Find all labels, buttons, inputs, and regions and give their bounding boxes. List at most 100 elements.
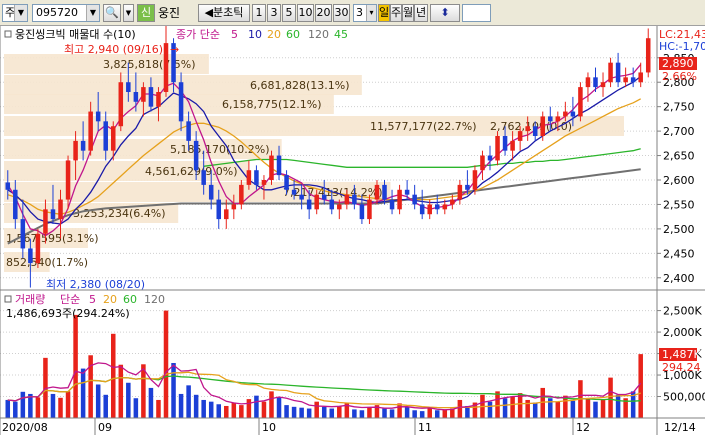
candle-body <box>208 184 214 200</box>
volume-bar <box>314 401 319 418</box>
candle-body <box>254 170 259 185</box>
candle-body <box>517 131 523 141</box>
candle-body <box>555 116 561 122</box>
candle-body <box>43 209 48 234</box>
volume-bar <box>563 395 568 418</box>
candle-body <box>13 189 18 220</box>
volume-legend-ma120: 120 <box>144 293 165 306</box>
period-button-10[interactable]: 10 <box>297 4 314 22</box>
period-month-button[interactable]: 월 <box>402 4 414 22</box>
volume-bar <box>50 393 56 418</box>
candle-body <box>284 175 289 190</box>
candle-body <box>600 82 606 88</box>
candle-body <box>457 184 463 200</box>
candle-body <box>65 160 71 200</box>
candle-body <box>472 170 478 190</box>
candle-body <box>118 82 124 127</box>
volume-bar <box>419 411 425 418</box>
candle-body <box>623 77 628 83</box>
candle-body <box>20 219 26 249</box>
volume-bar <box>404 406 410 418</box>
candle-body <box>299 194 304 200</box>
price-legend-ma5: 5 <box>231 28 238 41</box>
date-input[interactable] <box>462 4 491 22</box>
volume-bar <box>615 394 621 418</box>
volume-bar <box>397 403 402 418</box>
search-dropdown-button[interactable]: ▼ <box>123 4 134 22</box>
volume-bar <box>585 398 591 418</box>
period-day-button[interactable]: 일 <box>378 4 390 22</box>
candle-body <box>5 182 11 190</box>
tick-selector-button[interactable]: ◀분초틱 <box>198 4 250 22</box>
period-year-button[interactable]: 년 <box>414 4 428 22</box>
count-spinner[interactable]: 3 ▾ <box>353 4 377 22</box>
period-button-5[interactable]: 5 <box>282 4 296 22</box>
candle-body <box>80 140 86 151</box>
new-stock-button[interactable]: 신 <box>137 4 155 22</box>
volume-bar <box>502 398 508 418</box>
date-axis-label: 2020/08 <box>2 421 48 434</box>
stock-search-button[interactable]: 🔍 <box>103 4 121 22</box>
candle-body <box>28 248 33 264</box>
period-week-button[interactable]: 주 <box>390 4 402 22</box>
candle-body <box>532 126 538 136</box>
volume-bar <box>73 314 78 418</box>
candle-body <box>344 194 350 205</box>
volume-bar <box>133 398 139 418</box>
volume-bar <box>163 310 169 418</box>
volume-bar <box>306 408 312 418</box>
candle-body <box>95 111 101 122</box>
volume-profile-label: 6,681,828(13.1%) <box>250 79 350 92</box>
stock-code-input[interactable]: 095720 ▼ <box>32 4 100 22</box>
candle-body <box>35 233 41 264</box>
market-select[interactable]: 주 ▼ <box>2 4 28 22</box>
price-tick-label: 2,600 <box>663 174 695 187</box>
date-axis-label: 09 <box>98 421 112 434</box>
volume-bar <box>80 368 86 418</box>
volume-bar <box>171 363 176 418</box>
candle-body <box>510 140 515 151</box>
volume-bar <box>35 397 41 418</box>
candle-body <box>88 111 93 151</box>
price-legend-ma10: 10 <box>248 28 262 41</box>
candle-body <box>502 136 508 151</box>
candle-body <box>103 121 108 151</box>
candle-body <box>329 199 335 210</box>
candle-body <box>178 82 184 122</box>
volume-bar <box>65 391 71 418</box>
volume-bar <box>495 391 500 418</box>
volume-profile-label: 6,158,775(12.1%) <box>222 98 322 111</box>
volume-bar <box>224 405 229 418</box>
period-button-1[interactable]: 1 <box>252 4 266 22</box>
candle-body <box>480 155 485 171</box>
volume-legend-prefix: 단순 <box>60 293 80 306</box>
candle-body <box>291 189 297 195</box>
period-button-30[interactable]: 30 <box>333 4 350 22</box>
search-icon: 🔍 <box>105 6 119 19</box>
candle-body <box>540 116 546 136</box>
volume-profile-label: 852,540(1.7%) <box>6 256 88 269</box>
candle-body <box>427 204 432 215</box>
volume-bar <box>487 401 493 418</box>
low-price-label: 최저 2,380 (08/20) <box>46 278 145 291</box>
candle-body <box>419 204 425 215</box>
volume-legend-ma5: 5 <box>89 293 96 306</box>
candle-body <box>201 170 206 185</box>
candle-body <box>585 77 591 88</box>
candle-body <box>163 43 169 92</box>
chart-svg: 852,540(1.7%) 1,567,595(3.1%) 3,253,234(6.… <box>0 13 705 435</box>
volume-bar <box>337 405 342 418</box>
updown-arrows-icon[interactable]: ⬍ <box>430 4 460 22</box>
volume-bar <box>427 407 432 418</box>
volume-bar <box>555 401 561 418</box>
volume-bar <box>239 405 244 418</box>
period-button-3[interactable]: 3 <box>267 4 281 22</box>
spinner-arrow-icon: ▾ <box>366 5 376 21</box>
candle-body <box>352 194 357 205</box>
candle-body <box>141 87 146 102</box>
volume-profile-label: 1,567,595(3.1%) <box>6 232 99 245</box>
volume-bar <box>352 409 357 418</box>
candle-body <box>359 204 365 220</box>
volume-bar <box>442 409 448 418</box>
period-button-20[interactable]: 20 <box>315 4 332 22</box>
